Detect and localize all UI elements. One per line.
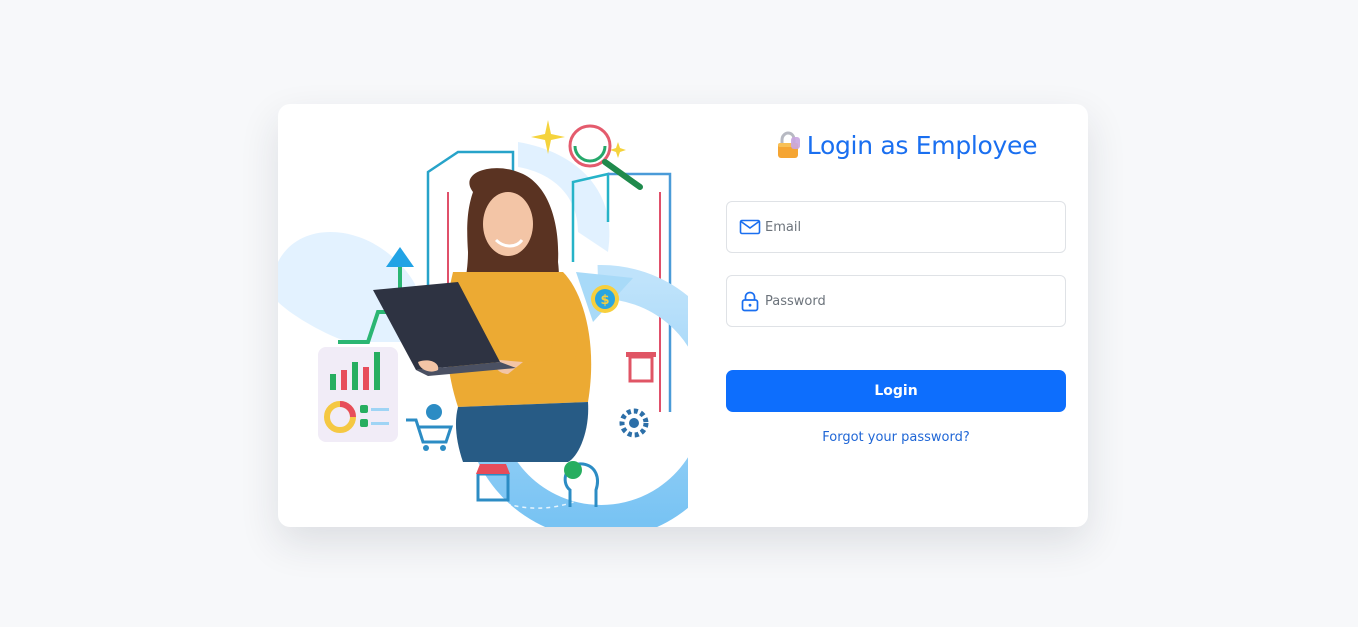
email-input[interactable] (765, 212, 1045, 242)
login-button[interactable]: Login (726, 370, 1066, 412)
forgot-password-link[interactable]: Forgot your password? (726, 430, 1066, 445)
page-title: Login as Employee (766, 128, 1046, 162)
title-text: Login as Employee (806, 130, 1038, 160)
login-card: $ Login as Employee Email Login Forgot y… (278, 104, 1088, 527)
envelope-icon (739, 219, 761, 235)
lock-icon (741, 291, 759, 312)
employee-illustration: $ (278, 120, 688, 527)
password-field[interactable] (726, 275, 1066, 327)
svg-text:$: $ (600, 293, 609, 308)
lock-emoji-icon (777, 131, 800, 158)
email-field[interactable] (726, 201, 1066, 253)
password-input[interactable] (765, 286, 1045, 316)
